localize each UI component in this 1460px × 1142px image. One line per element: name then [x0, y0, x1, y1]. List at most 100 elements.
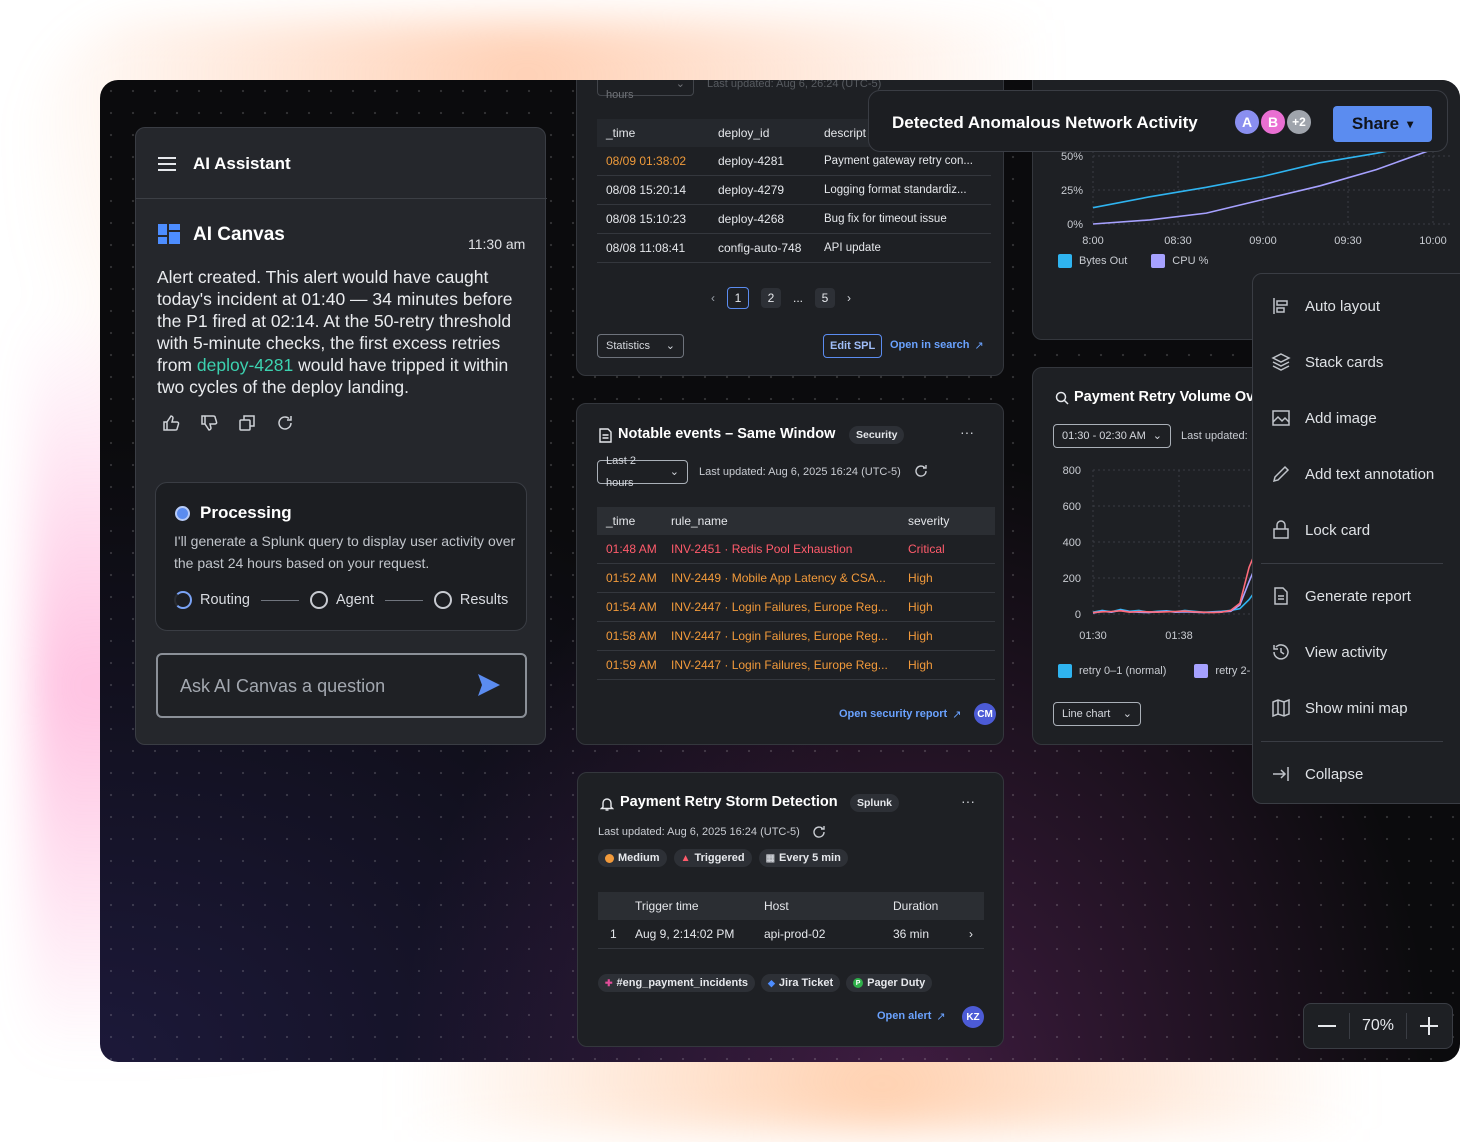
jira-tag[interactable]: ◆ Jira Ticket [760, 974, 841, 992]
refresh-icon[interactable] [812, 825, 826, 839]
time-range-select[interactable]: 01:30 - 02:30 AM ⌄ [1053, 424, 1171, 448]
time-range-select[interactable]: Last 24 hours ⌄ [597, 80, 694, 101]
chevron-right-icon[interactable]: › [969, 927, 973, 941]
col-deploy-id[interactable]: deploy_id [709, 126, 815, 140]
table-row[interactable]: 01:59 AM INV-2447 · Login Failures, Europ… [597, 651, 995, 680]
send-icon[interactable] [476, 672, 502, 698]
cell-severity: High [908, 629, 933, 643]
y-tick-label: 600 [1063, 501, 1081, 513]
cell-rule: INV-2447 · Login Failures, Europe Reg... [671, 629, 888, 643]
table-row[interactable]: 1 Aug 9, 2:14:02 PM api-prod-02 36 min › [598, 920, 984, 949]
security-report-link[interactable]: Open security report ↗ [839, 708, 961, 721]
document-icon [599, 428, 612, 443]
select-value: 01:30 - 02:30 AM [1062, 430, 1146, 442]
chevron-right-icon[interactable]: › [847, 291, 851, 305]
chevron-down-icon: ⌄ [1122, 708, 1132, 720]
col-duration[interactable]: Duration [893, 899, 938, 913]
alert-tags: Medium ▲ Triggered ▦ Every 5 min [598, 849, 848, 867]
col-time[interactable]: _time [597, 126, 709, 140]
table-row[interactable]: 08/08 15:10:23 deploy-4268 Bug fix for tim… [597, 205, 991, 234]
table-row[interactable]: 08/08 15:20:14 deploy-4279 Logging format … [597, 176, 991, 205]
col-description[interactable]: descript [815, 126, 866, 140]
thumbs-up-icon[interactable] [162, 414, 180, 432]
avatar-b[interactable]: B [1259, 108, 1287, 136]
splunk-badge: Splunk [850, 794, 900, 812]
deploy-link[interactable]: deploy-4281 [197, 355, 293, 375]
menu-show-mini-map[interactable]: Show mini map [1271, 698, 1408, 718]
pagination: ‹ 1 2 ... 5 › [711, 287, 851, 309]
refresh-icon[interactable] [914, 464, 928, 478]
menu-add-image[interactable]: Add image [1271, 408, 1377, 428]
edit-spl-button[interactable]: Edit SPL [823, 334, 883, 358]
page-5[interactable]: 5 [815, 288, 836, 308]
menu-collapse[interactable]: Collapse [1271, 764, 1363, 784]
avatar-a[interactable]: A [1233, 108, 1261, 136]
legend-retry-2: retry 2- [1194, 664, 1250, 678]
question-input[interactable]: Ask AI Canvas a question [156, 653, 527, 718]
cell-time: 08/08 15:10:23 [606, 212, 687, 226]
y-tick-label: 200 [1063, 573, 1081, 585]
menu-view-activity[interactable]: View activity [1271, 642, 1387, 662]
avatar[interactable]: KZ [962, 1006, 984, 1028]
share-button[interactable]: Share ▾ [1333, 106, 1432, 142]
avatar-more[interactable]: +2 [1285, 108, 1313, 136]
col-host[interactable]: Host [764, 899, 893, 913]
page-1[interactable]: 1 [727, 287, 749, 309]
open-alert-link[interactable]: Open alert ↗ [877, 1010, 946, 1023]
zoom-in-icon[interactable] [1407, 1017, 1452, 1035]
legend-cpu: CPU % [1151, 254, 1208, 268]
x-tick-label: 09:00 [1249, 235, 1277, 247]
chevron-down-icon: ▾ [1407, 117, 1414, 131]
menu-stack-cards[interactable]: Stack cards [1271, 352, 1383, 372]
cell-severity: High [908, 600, 933, 614]
table-row[interactable]: 01:58 AM INV-2447 · Login Failures, Europ… [597, 622, 995, 651]
last-updated: Last updated: Aug 6, 2025 16:24 (UTC-5) [598, 826, 800, 838]
zoom-control: 70% [1303, 1003, 1453, 1049]
table-row[interactable]: 01:52 AM INV-2449 · Mobile App Latency & … [597, 564, 995, 593]
pagerduty-tag[interactable]: P Pager Duty [846, 974, 933, 992]
statistics-select[interactable]: Statistics ⌄ [597, 334, 684, 358]
more-icon[interactable]: ··· [960, 424, 974, 440]
select-value: Last 2 hours [606, 455, 636, 489]
col-rule-name[interactable]: rule_name [662, 514, 899, 528]
zoom-search-icon [1055, 391, 1069, 405]
menu-auto-layout[interactable]: Auto layout [1271, 296, 1380, 316]
x-tick-label: 09:30 [1334, 235, 1362, 247]
page-2[interactable]: 2 [761, 288, 781, 308]
cell-severity: Critical [908, 542, 945, 556]
menu-divider [1261, 563, 1443, 564]
time-range-select[interactable]: Last 2 hours ⌄ [597, 455, 688, 489]
zoom-out-icon[interactable] [1304, 1017, 1349, 1035]
open-in-search-link[interactable]: Open in search ↗ [890, 339, 984, 352]
trigger-table: Trigger time Host Duration 1 Aug 9, 2:14… [598, 892, 984, 949]
col-severity[interactable]: severity [899, 514, 949, 528]
canvas[interactable]: AI Assistant AI Canvas 11:30 am Alert cr… [100, 80, 1460, 1062]
chevron-down-icon: ⌄ [675, 80, 685, 90]
message-time: 11:30 am [468, 236, 526, 252]
slack-channel-tag[interactable]: ✚ #eng_payment_incidents [598, 974, 755, 992]
chevron-left-icon[interactable]: ‹ [711, 291, 715, 305]
card-title: Payment Retry Storm Detection [620, 794, 838, 810]
more-icon[interactable]: ··· [961, 793, 975, 809]
copy-icon[interactable] [238, 414, 256, 432]
processing-title: Processing [200, 503, 292, 522]
chart-type-select[interactable]: Line chart ⌄ [1053, 702, 1141, 726]
table-row[interactable]: 08/08 11:08:41 config-auto-748 API update [597, 234, 991, 263]
menu-add-text-annotation[interactable]: Add text annotation [1271, 464, 1434, 484]
avatar[interactable]: CM [974, 703, 996, 725]
collapse-icon [1273, 767, 1289, 781]
menu-lock-card[interactable]: Lock card [1271, 520, 1370, 540]
link-text: Open alert [877, 1010, 932, 1022]
thumbs-down-icon[interactable] [200, 414, 218, 432]
col-time[interactable]: _time [597, 514, 662, 528]
step-results: Results [459, 592, 509, 608]
menu-generate-report[interactable]: Generate report [1271, 586, 1411, 606]
table-row[interactable]: 01:48 AM INV-2451 · Redis Pool Exhaustion… [597, 535, 995, 564]
regenerate-icon[interactable] [276, 414, 294, 432]
card-title: Payment Retry Volume Ov [1074, 389, 1255, 405]
history-icon [1273, 644, 1289, 660]
col-trigger-time[interactable]: Trigger time [635, 899, 764, 913]
table-row[interactable]: 01:54 AM INV-2447 · Login Failures, Europ… [597, 593, 995, 622]
menu-icon[interactable] [158, 156, 176, 172]
notable-events-card: Notable events – Same Window Security ··… [576, 403, 1004, 745]
